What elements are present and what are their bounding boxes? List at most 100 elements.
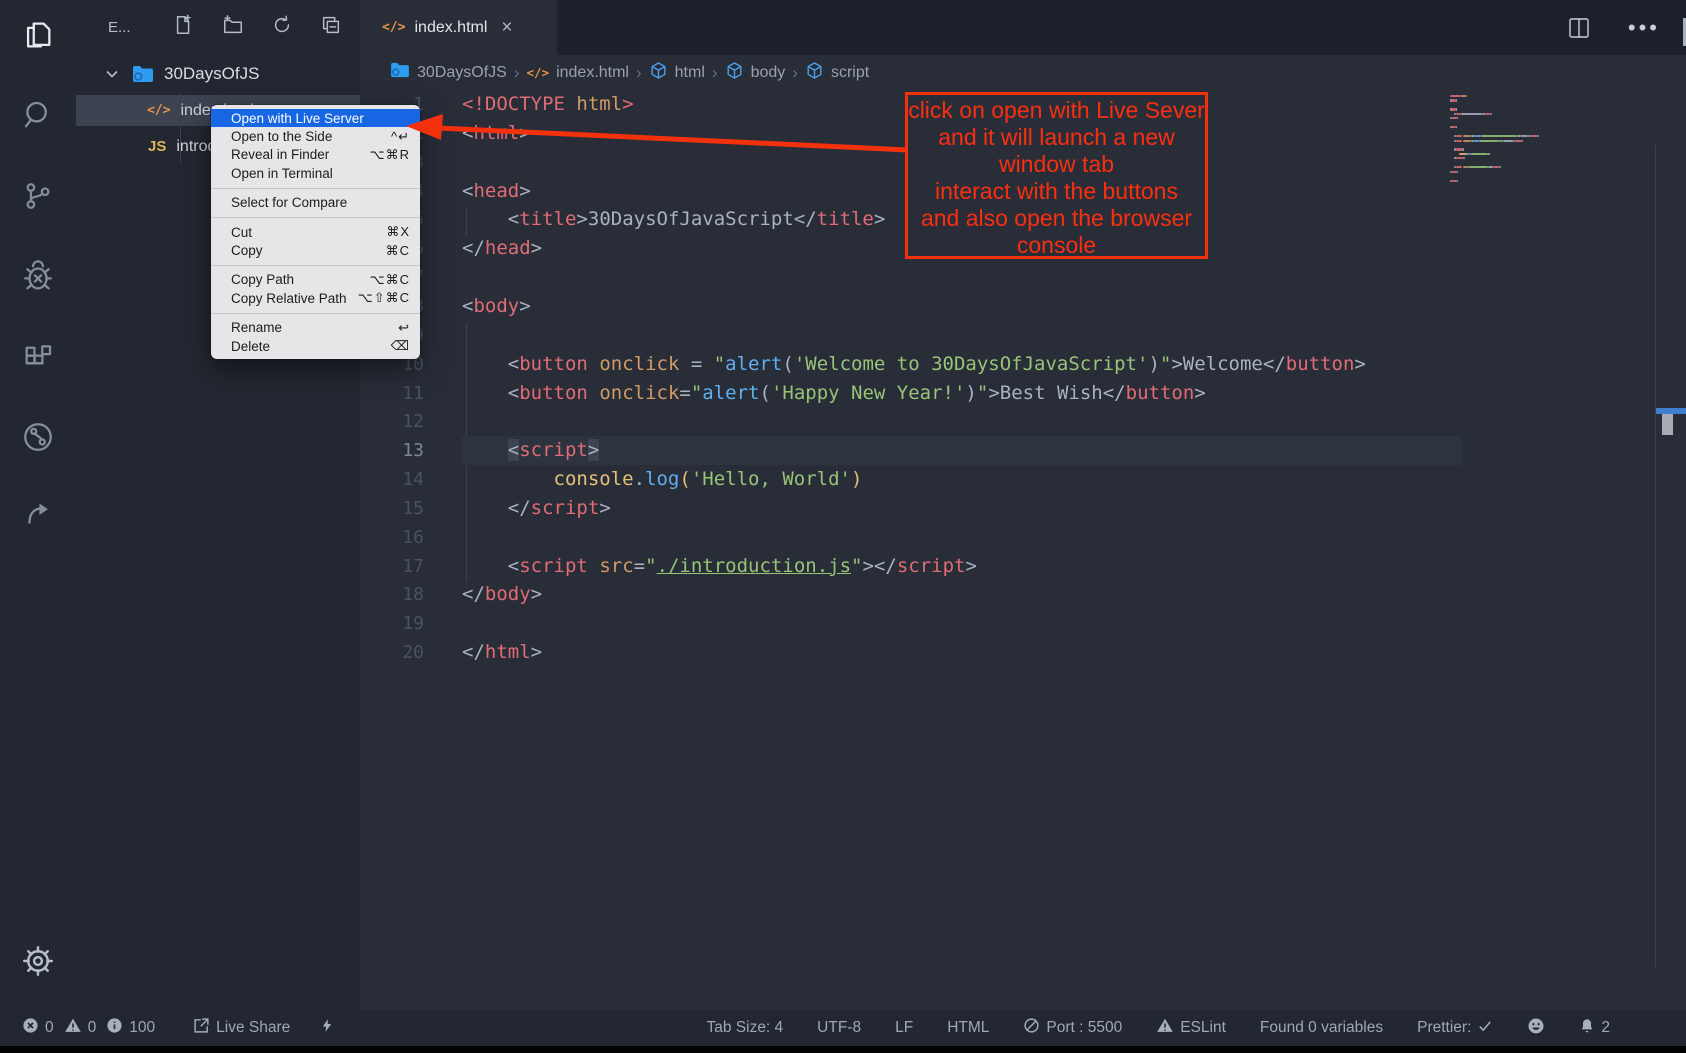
- context-menu-item-open-to-the-side[interactable]: Open to the Side^↵: [211, 127, 420, 145]
- menu-item-label: Delete: [231, 339, 270, 354]
- tree-root-folder[interactable]: 30DaysOfJS: [76, 58, 360, 90]
- code-line[interactable]: 15 </script>: [360, 494, 1686, 523]
- line-number[interactable]: 19: [360, 609, 424, 638]
- line-number[interactable]: 15: [360, 494, 424, 523]
- html-file-icon: </>: [382, 20, 405, 35]
- html-file-icon: </>: [147, 103, 170, 118]
- breadcrumb-item-index.html[interactable]: </>index.html: [526, 64, 629, 82]
- symbol-cube-icon: [725, 61, 744, 85]
- menu-item-label: Copy Relative Path: [231, 291, 347, 306]
- context-menu-item-copy-path[interactable]: Copy Path⌥⌘C: [211, 271, 420, 289]
- code-line[interactable]: 7: [360, 263, 1686, 292]
- code-line[interactable]: 8<body>: [360, 292, 1686, 321]
- context-menu-item-select-for-compare[interactable]: Select for Compare: [211, 194, 420, 212]
- status-item-found-0-variables[interactable]: Found 0 variables: [1260, 1019, 1383, 1037]
- status-item-live-share[interactable]: Live Share: [193, 1017, 290, 1039]
- line-number[interactable]: 17: [360, 552, 424, 581]
- port-icon: [1023, 1017, 1040, 1039]
- code-line[interactable]: 11 <button onclick="alert('Happy New Yea…: [360, 379, 1686, 408]
- breadcrumb-item-30DaysOfJS[interactable]: 30DaysOfJS: [390, 62, 507, 83]
- live-share-status-icon: [193, 1017, 210, 1039]
- code-line[interactable]: 9: [360, 321, 1686, 350]
- code-line-text: <script src="./introduction.js"></script…: [462, 552, 977, 581]
- code-line[interactable]: 20</html>: [360, 638, 1686, 667]
- breadcrumb-separator: ›: [514, 63, 520, 83]
- line-number[interactable]: 20: [360, 638, 424, 667]
- code-line-text: <button onclick="alert('Happy New Year!'…: [462, 379, 1206, 408]
- annotation-box: click on open with Live Sever and it wil…: [905, 92, 1208, 259]
- status-item-html[interactable]: HTML: [947, 1019, 989, 1037]
- tab-close-icon[interactable]: ×: [501, 17, 512, 39]
- scrollbar-handle[interactable]: [1662, 414, 1673, 435]
- new-folder-icon[interactable]: [222, 14, 244, 41]
- line-number[interactable]: 13: [360, 436, 424, 465]
- status-item-port-5500[interactable]: Port : 5500: [1023, 1017, 1122, 1039]
- code-line[interactable]: 18</body>: [360, 580, 1686, 609]
- context-menu-item-reveal-in-finder[interactable]: Reveal in Finder⌥⌘R: [211, 146, 420, 164]
- code-line-text: </head>: [462, 234, 542, 263]
- breadcrumb-label: 30DaysOfJS: [417, 64, 507, 82]
- status-item-bolt-icon[interactable]: [320, 1016, 334, 1040]
- status-item-tab-size-4[interactable]: Tab Size: 4: [706, 1019, 783, 1037]
- line-number[interactable]: 16: [360, 523, 424, 552]
- context-menu-item-rename[interactable]: Rename↩: [211, 319, 420, 337]
- status-item-smiley-icon[interactable]: [1527, 1017, 1545, 1040]
- line-number[interactable]: 11: [360, 379, 424, 408]
- explorer-icon[interactable]: [19, 16, 57, 54]
- search-icon[interactable]: [19, 96, 57, 134]
- vscode-window: E... 30DaysOfJS </>index.htmlJSintroduct…: [0, 0, 1686, 1053]
- editor-tab-bar: </> index.html × •••: [360, 0, 1686, 55]
- line-number[interactable]: 12: [360, 407, 424, 436]
- breadcrumb-item-body[interactable]: body: [725, 61, 786, 85]
- breadcrumb-label: html: [675, 64, 705, 82]
- source-control-icon[interactable]: [19, 177, 57, 215]
- context-menu-item-delete[interactable]: Delete⌫: [211, 337, 420, 355]
- tab-index-html[interactable]: </> index.html ×: [360, 0, 557, 55]
- settings-gear-icon[interactable]: [19, 942, 57, 980]
- extensions-icon[interactable]: [19, 338, 57, 376]
- split-editor-icon[interactable]: [1568, 17, 1590, 39]
- code-line[interactable]: 16: [360, 523, 1686, 552]
- code-line[interactable]: 17 <script src="./introduction.js"></scr…: [360, 552, 1686, 581]
- code-line[interactable]: 13 <script>: [360, 436, 1686, 465]
- menu-item-shortcut: ↩: [398, 320, 410, 336]
- collapse-all-icon[interactable]: [320, 14, 342, 41]
- context-menu-item-open-in-terminal[interactable]: Open in Terminal: [211, 164, 420, 182]
- context-menu-item-cut[interactable]: Cut⌘X: [211, 223, 420, 241]
- refresh-icon[interactable]: [271, 14, 293, 41]
- status-item-0[interactable]: 0: [22, 1017, 54, 1039]
- status-label: LF: [895, 1019, 913, 1037]
- live-share-icon[interactable]: [19, 498, 57, 536]
- explorer-header: E...: [76, 10, 360, 44]
- minimap[interactable]: [1450, 95, 1546, 195]
- run-debug-icon[interactable]: [19, 258, 57, 296]
- code-line[interactable]: 14 console.log('Hello, World'): [360, 465, 1686, 494]
- status-item-lf[interactable]: LF: [895, 1019, 913, 1037]
- context-menu-item-copy-relative-path[interactable]: Copy Relative Path⌥⇧⌘C: [211, 289, 420, 307]
- status-item-100[interactable]: 100: [106, 1017, 155, 1039]
- context-menu-item-open-with-live-server[interactable]: Open with Live Server: [211, 109, 420, 127]
- code-line[interactable]: 19: [360, 609, 1686, 638]
- status-item-2[interactable]: 2: [1579, 1017, 1610, 1040]
- remote-explorer-icon[interactable]: [19, 418, 57, 456]
- status-label: UTF-8: [817, 1019, 861, 1037]
- status-item-0[interactable]: 0: [64, 1017, 97, 1039]
- more-actions-icon[interactable]: •••: [1628, 15, 1660, 41]
- code-line[interactable]: 10 <button onclick = "alert('Welcome to …: [360, 350, 1686, 379]
- line-number[interactable]: 18: [360, 580, 424, 609]
- context-menu-item-copy[interactable]: Copy⌘C: [211, 241, 420, 259]
- code-line[interactable]: 12: [360, 407, 1686, 436]
- breadcrumb-item-script[interactable]: script: [805, 61, 869, 85]
- new-file-icon[interactable]: [173, 14, 195, 41]
- breadcrumb-item-html[interactable]: html: [649, 61, 705, 85]
- tree-indent-guide: [180, 92, 181, 164]
- status-item-utf-8[interactable]: UTF-8: [817, 1019, 861, 1037]
- breadcrumb-label: script: [831, 64, 869, 82]
- warning-icon: [64, 1017, 82, 1039]
- status-item-prettier-[interactable]: Prettier:: [1417, 1019, 1493, 1038]
- line-number[interactable]: 14: [360, 465, 424, 494]
- menu-separator: [211, 188, 420, 189]
- code-line-text: <head>: [462, 177, 531, 206]
- menu-separator: [211, 313, 420, 314]
- status-item-eslint[interactable]: ESLint: [1156, 1017, 1226, 1039]
